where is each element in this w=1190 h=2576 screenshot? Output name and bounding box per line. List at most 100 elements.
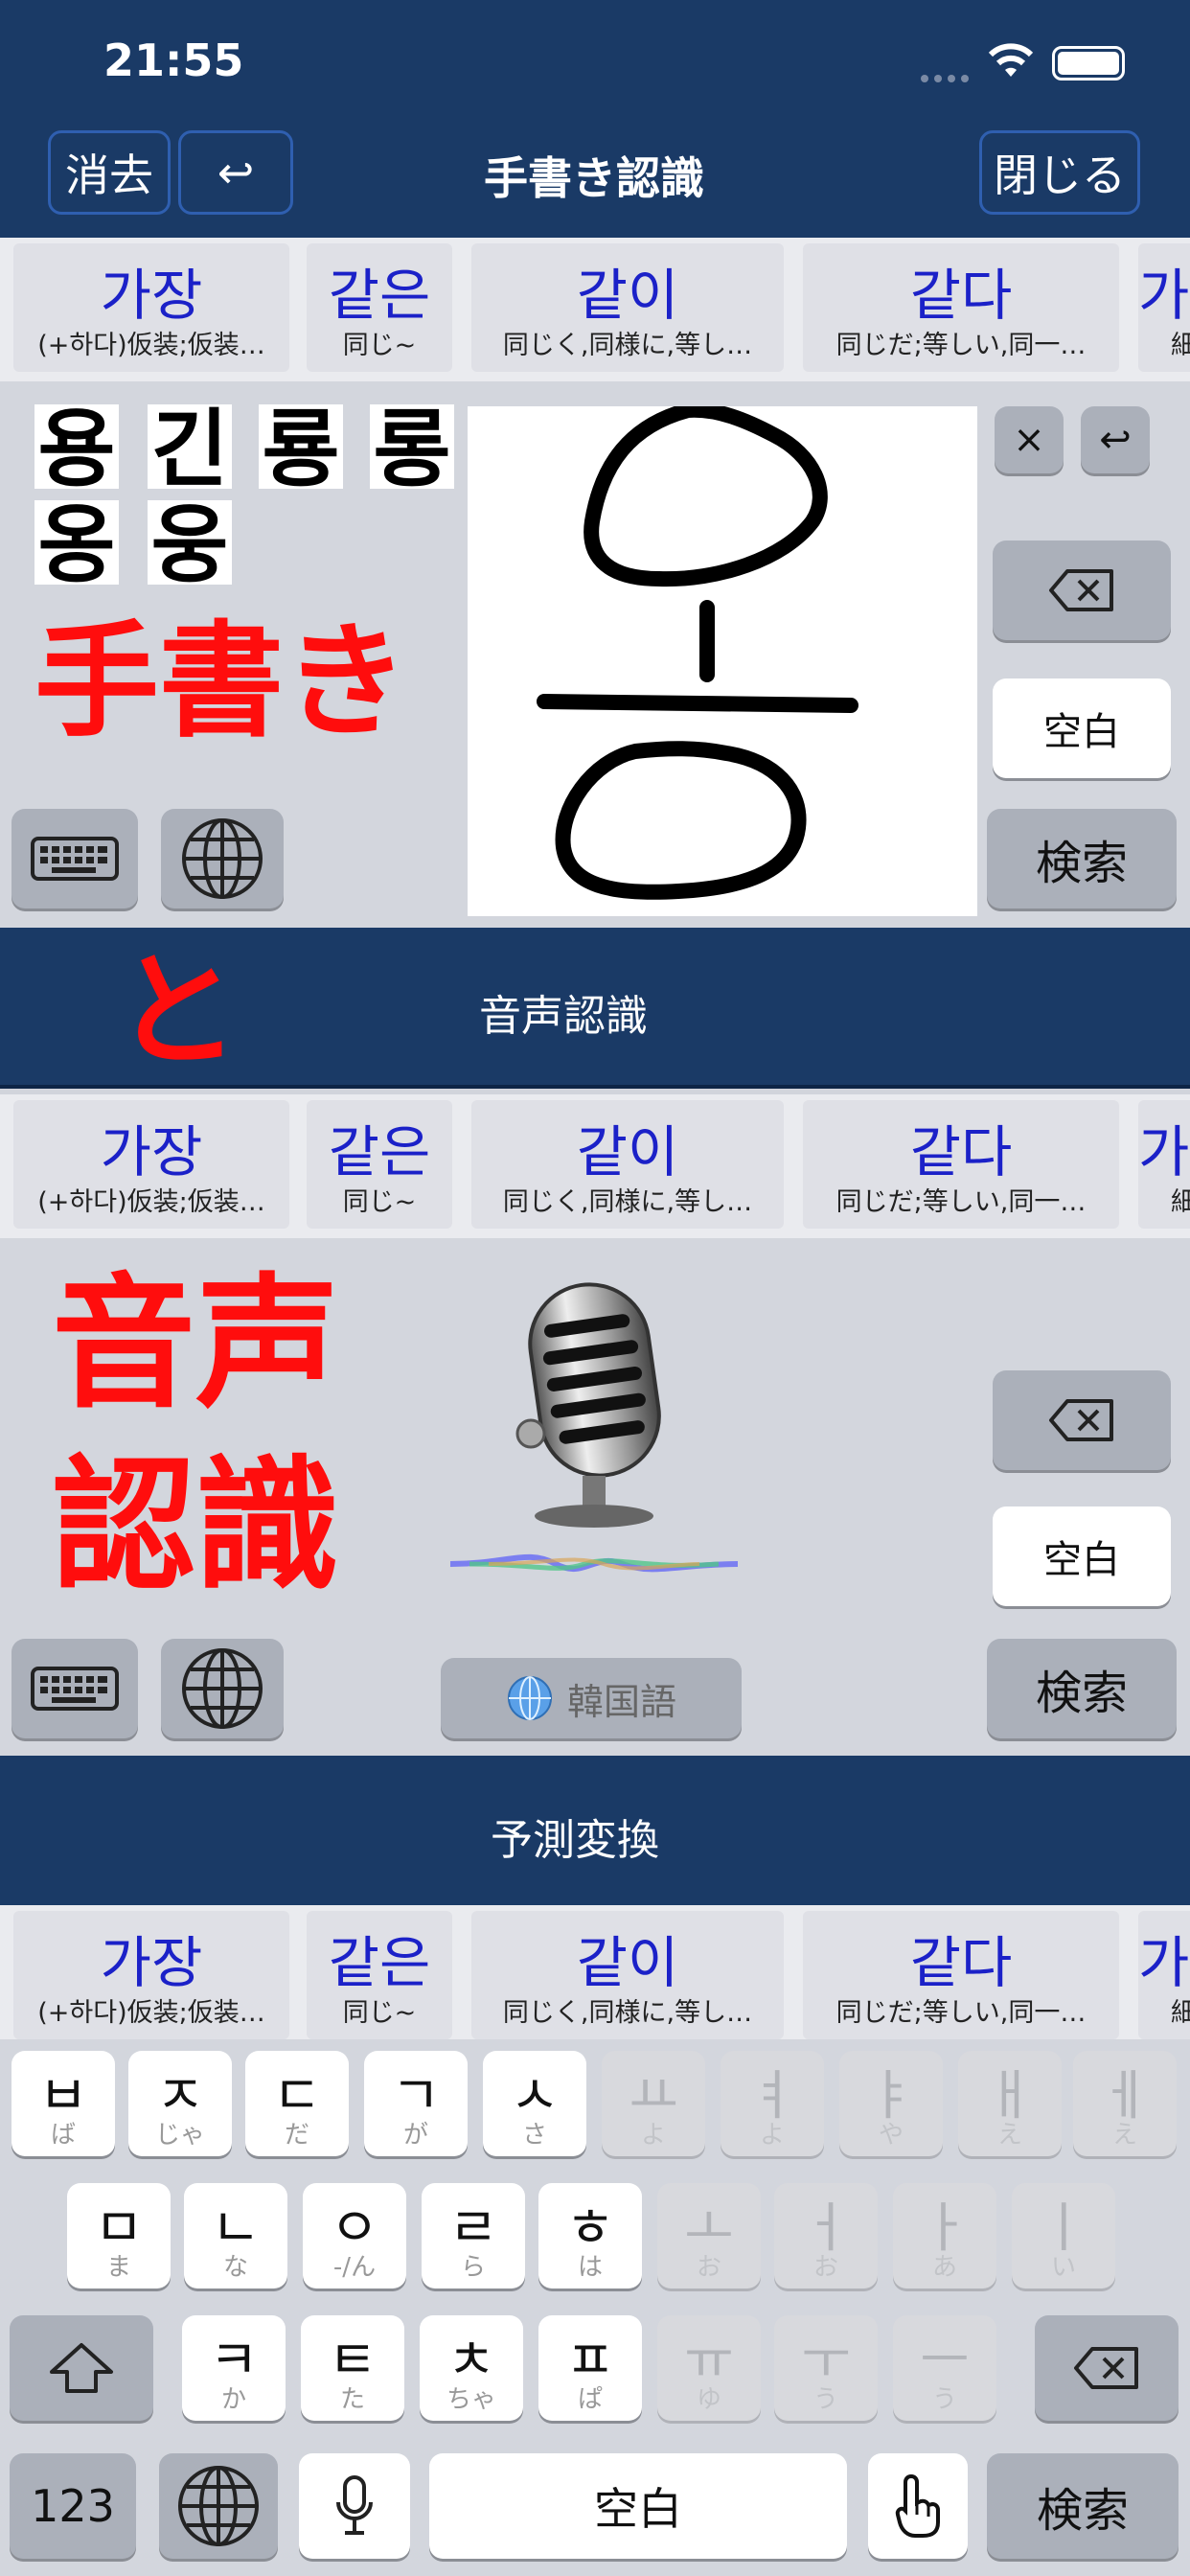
letter-key[interactable]: ㅓお <box>774 2183 878 2288</box>
key-hint: よ <box>759 2121 785 2150</box>
keyboard-button[interactable] <box>11 1639 138 1738</box>
letter-key[interactable]: ㅣい <box>1012 2183 1115 2288</box>
delete-button[interactable] <box>993 1370 1171 1470</box>
key-hint: た <box>339 2385 365 2414</box>
letter-key[interactable]: ㅛよ <box>602 2051 705 2156</box>
letter-key[interactable]: ㅗお <box>657 2183 761 2288</box>
candidate-item[interactable]: 가細 <box>1138 1100 1190 1229</box>
key-hint: ぱ <box>577 2385 603 2414</box>
close-button[interactable]: 閉じる <box>979 130 1140 215</box>
candidate-item[interactable]: 가장 (+하다)仮装;仮装… <box>13 1100 289 1229</box>
recognition-result[interactable]: 롱 <box>370 404 454 494</box>
clear-button[interactable]: 消去 <box>48 130 171 215</box>
pointing-hand-icon <box>895 2473 940 2538</box>
letter-key[interactable]: ㅂば <box>11 2051 115 2156</box>
battery-icon <box>1052 46 1125 80</box>
letter-key[interactable]: ㅎは <box>538 2183 642 2288</box>
globe-key[interactable] <box>159 2453 278 2559</box>
candidate-item[interactable]: 같이 同じく,同様に,等し… <box>471 243 784 372</box>
search-button[interactable]: 検索 <box>987 1639 1177 1738</box>
recognition-result[interactable]: 옹 <box>34 500 119 590</box>
letter-key[interactable]: ㄱが <box>364 2051 468 2156</box>
key-hint: は <box>577 2253 603 2282</box>
key-hint: ま <box>105 2253 131 2282</box>
letter-key[interactable]: ㅠゆ <box>657 2315 761 2421</box>
key-hint: あ <box>931 2253 957 2282</box>
letter-key[interactable]: ㅊちゃ <box>420 2315 523 2421</box>
candidate-item[interactable]: 같다 同じだ;等しい,同一… <box>803 1100 1119 1229</box>
letter-key[interactable]: ㅡう <box>893 2315 996 2421</box>
key-hint: ば <box>50 2121 76 2150</box>
key-hint: ちゃ <box>446 2385 496 2414</box>
recognition-result[interactable]: 긴 <box>148 404 232 494</box>
search-key[interactable]: 検索 <box>987 2453 1179 2559</box>
candidate-item[interactable]: 같은 同じ~ <box>307 1100 452 1229</box>
globe-button[interactable] <box>161 809 284 908</box>
letter-key[interactable]: ㄹら <box>422 2183 525 2288</box>
candidate-item[interactable]: 같은 同じ~ <box>307 1911 452 2039</box>
language-button[interactable]: 韓国語 <box>441 1658 742 1738</box>
keyboard-button[interactable] <box>11 809 138 908</box>
letter-key[interactable]: ㅍぱ <box>538 2315 642 2421</box>
candidate-bar: 가장 (+하다)仮装;仮装… 같은 同じ~ 같이 同じく,同様に,等し… 같다 同じだ;… <box>0 1905 1190 2039</box>
candidate-item[interactable]: 같이 同じく,同様に,等し… <box>471 1911 784 2039</box>
delete-button[interactable] <box>993 540 1171 640</box>
microphone-icon[interactable] <box>498 1280 690 1539</box>
shift-key[interactable] <box>10 2315 153 2421</box>
signal-icon <box>920 69 973 82</box>
keyboard: ㅂばㅈじゃㄷだㄱがㅅさㅛよㅕよㅑやㅐえㅔえ ㅁまㄴなㅇ -/んㄹらㅎはㅗおㅓおㅏあ… <box>0 2039 1190 2576</box>
letter-key[interactable]: ㅕよ <box>721 2051 824 2156</box>
letter-key[interactable]: ㄴな <box>184 2183 287 2288</box>
letter-key[interactable]: ㅔえ <box>1073 2051 1177 2156</box>
candidate-item[interactable]: 가장 (+하다)仮装;仮装… <box>13 1911 289 2039</box>
delete-key[interactable] <box>1035 2315 1179 2421</box>
language-label: 韓国語 <box>566 1680 676 1723</box>
letter-key[interactable]: ㅌた <box>301 2315 404 2421</box>
letter-key[interactable]: ㅁま <box>67 2183 171 2288</box>
letter-key[interactable]: ㅏあ <box>893 2183 996 2288</box>
wifi-icon <box>987 42 1035 84</box>
space-key[interactable]: 空白 <box>429 2453 847 2559</box>
page-title: 手書き認識 <box>484 152 704 204</box>
handwriting-key[interactable] <box>868 2453 968 2559</box>
space-button[interactable]: 空白 <box>993 1506 1171 1606</box>
candidate-item[interactable]: 같이 同じく,同様に,等し… <box>471 1100 784 1229</box>
letter-key[interactable]: ㅅさ <box>483 2051 586 2156</box>
candidate-item[interactable]: 가細 <box>1138 243 1190 372</box>
key-hint: ら <box>460 2253 486 2282</box>
search-button[interactable]: 検索 <box>987 809 1177 908</box>
key-hint: だ <box>284 2121 309 2150</box>
handwriting-canvas[interactable] <box>468 402 977 916</box>
voice-header: と 音声認識 <box>0 928 1190 1089</box>
recognition-result[interactable]: 웅 <box>148 500 232 590</box>
letter-key[interactable]: ㅈじゃ <box>128 2051 232 2156</box>
numbers-key[interactable]: 123 <box>10 2453 136 2559</box>
letter-key[interactable]: ㅇ -/ん <box>303 2183 406 2288</box>
candidate-item[interactable]: 같은 同じ~ <box>307 243 452 372</box>
letter-key[interactable]: ㅑや <box>839 2051 943 2156</box>
space-button[interactable]: 空白 <box>993 678 1171 778</box>
key-hint: う <box>931 2385 957 2414</box>
candidate-item[interactable]: 가장 (+하다)仮装;仮装… <box>13 243 289 372</box>
microphone-small-icon <box>336 2475 373 2535</box>
key-hint: う <box>812 2385 838 2414</box>
key-hint: よ <box>640 2121 666 2150</box>
close-small-button[interactable]: × <box>995 406 1064 473</box>
recognition-result[interactable]: 용 <box>34 404 119 494</box>
return-small-button[interactable]: ↩ <box>1081 406 1150 473</box>
letter-key[interactable]: ㅜう <box>774 2315 878 2421</box>
handwriting-panel: 용 긴 룡 롱 옹 웅 手書き × ↩ 空白 検索 <box>0 381 1190 928</box>
letter-key[interactable]: ㅐえ <box>958 2051 1062 2156</box>
candidate-item[interactable]: 가細 <box>1138 1911 1190 2039</box>
key-hint: ゆ <box>696 2385 721 2414</box>
candidate-item[interactable]: 같다 同じだ;等しい,同一… <box>803 1911 1119 2039</box>
candidate-item[interactable]: 같다 同じだ;等しい,同一… <box>803 243 1119 372</box>
letter-key[interactable]: ㄷだ <box>245 2051 349 2156</box>
undo-button[interactable]: ↩ <box>178 130 293 215</box>
globe-icon <box>178 2466 259 2546</box>
letter-key[interactable]: ㅋか <box>182 2315 286 2421</box>
dictation-key[interactable] <box>299 2453 410 2559</box>
key-hint: え <box>996 2121 1022 2150</box>
recognition-result[interactable]: 룡 <box>259 404 343 494</box>
globe-button[interactable] <box>161 1639 284 1738</box>
